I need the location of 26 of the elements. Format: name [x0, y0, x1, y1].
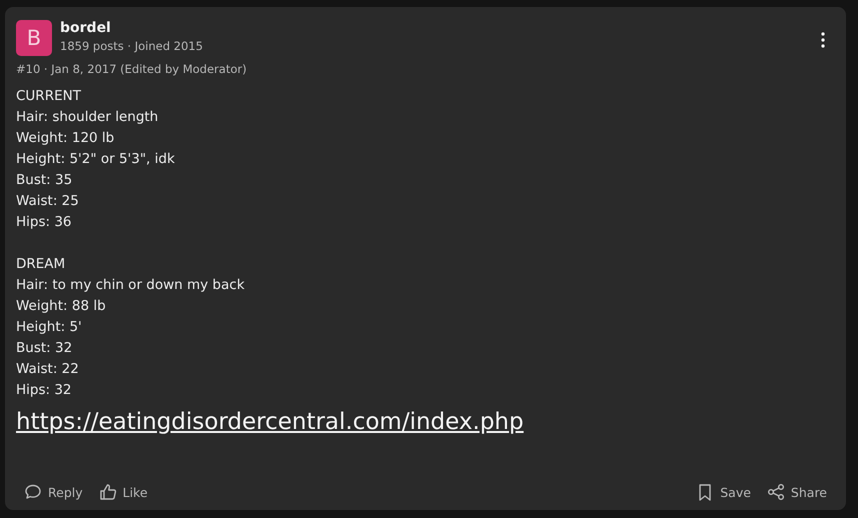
share-button[interactable]: Share: [766, 483, 827, 501]
more-options-icon[interactable]: [821, 32, 825, 48]
post-text-line: Hair: shoulder length: [16, 108, 160, 127]
post-text-line: DREAM: [16, 255, 66, 274]
author-meta: 1859 posts · Joined 2015: [60, 39, 204, 53]
post-link[interactable]: https://eatingdisordercentral.com/index.php: [16, 409, 524, 435]
like-button[interactable]: Like: [98, 483, 148, 501]
post-text-line: Bust: 32: [16, 339, 74, 358]
post-text-line: Waist: 22: [16, 360, 80, 379]
reply-button[interactable]: Reply: [24, 483, 83, 501]
speech-bubble-icon: [24, 483, 42, 501]
save-button[interactable]: Save: [696, 483, 751, 501]
post-text-line: CURRENT: [16, 87, 82, 106]
post-text-line: Hair: to my chin or down my back: [16, 276, 246, 295]
post-text-line: Weight: 88 lb: [16, 297, 107, 316]
share-icon: [766, 483, 785, 501]
post-text-line: Hips: 36: [16, 213, 73, 232]
post-text-line: Waist: 25: [16, 192, 80, 211]
thumbs-up-icon: [98, 483, 117, 501]
post-text-line: Height: 5'2" or 5'3", idk: [16, 150, 176, 169]
author-name[interactable]: bordel: [60, 20, 813, 36]
post-text-line: Bust: 35: [16, 171, 74, 190]
post-text-line: Hips: 32: [16, 381, 73, 400]
post-text-line: Weight: 120 lb: [16, 129, 116, 148]
post-text-line: Height: 5': [16, 318, 83, 337]
post-meta: #10 · Jan 8, 2017 (Edited by Moderator): [16, 62, 248, 76]
